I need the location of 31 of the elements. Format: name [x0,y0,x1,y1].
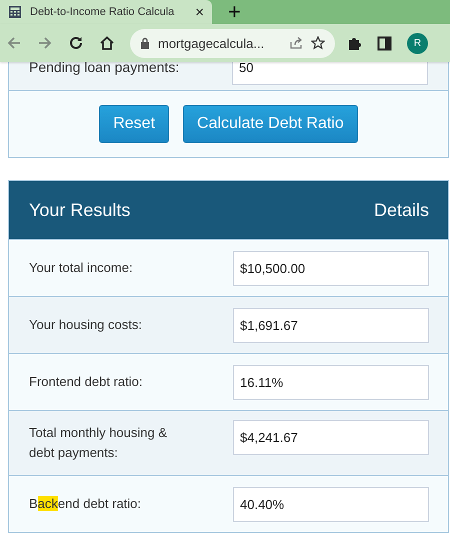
results-title: Your Results [29,200,130,220]
calculator-icon [8,5,22,19]
lock-icon [140,37,150,49]
puzzle-icon[interactable] [347,36,362,50]
result-field[interactable]: 40.40% [233,486,429,522]
share-icon[interactable] [289,36,303,50]
details-heading: Details [374,200,429,220]
close-tab-button[interactable]: × [195,4,204,20]
profile-avatar[interactable]: R [407,32,428,54]
tab-title: Debt-to-Income Ratio Calcula [30,6,176,18]
result-label: Your housing costs: [29,316,143,334]
browser-tab[interactable]: Debt-to-Income Ratio Calcula × [0,0,212,24]
address-bar[interactable]: mortgagecalcula... [130,28,335,58]
result-field[interactable]: $10,500.00 [233,250,429,286]
star-icon[interactable] [311,36,325,50]
back-icon[interactable] [6,35,22,51]
result-label: Backend debt ratio: [29,495,142,513]
forward-icon[interactable] [37,35,53,51]
sidebar-icon[interactable] [377,36,392,50]
url-text: mortgagecalcula... [158,36,266,50]
new-tab-button[interactable]: + [228,2,241,22]
result-field[interactable]: $1,691.67 [233,308,429,342]
home-icon[interactable] [99,35,115,51]
result-field[interactable]: $4,241.67 [233,420,429,455]
result-label: Frontend debt ratio: [29,373,144,391]
result-field[interactable]: 16.11% [233,364,429,400]
field-label: Pending loan payments: [29,62,180,75]
input-field[interactable]: 50 [232,62,428,84]
reload-icon[interactable] [68,35,84,51]
result-label: Total monthly housing & debt payments: [29,424,168,462]
result-label: Your total income: [29,259,134,277]
